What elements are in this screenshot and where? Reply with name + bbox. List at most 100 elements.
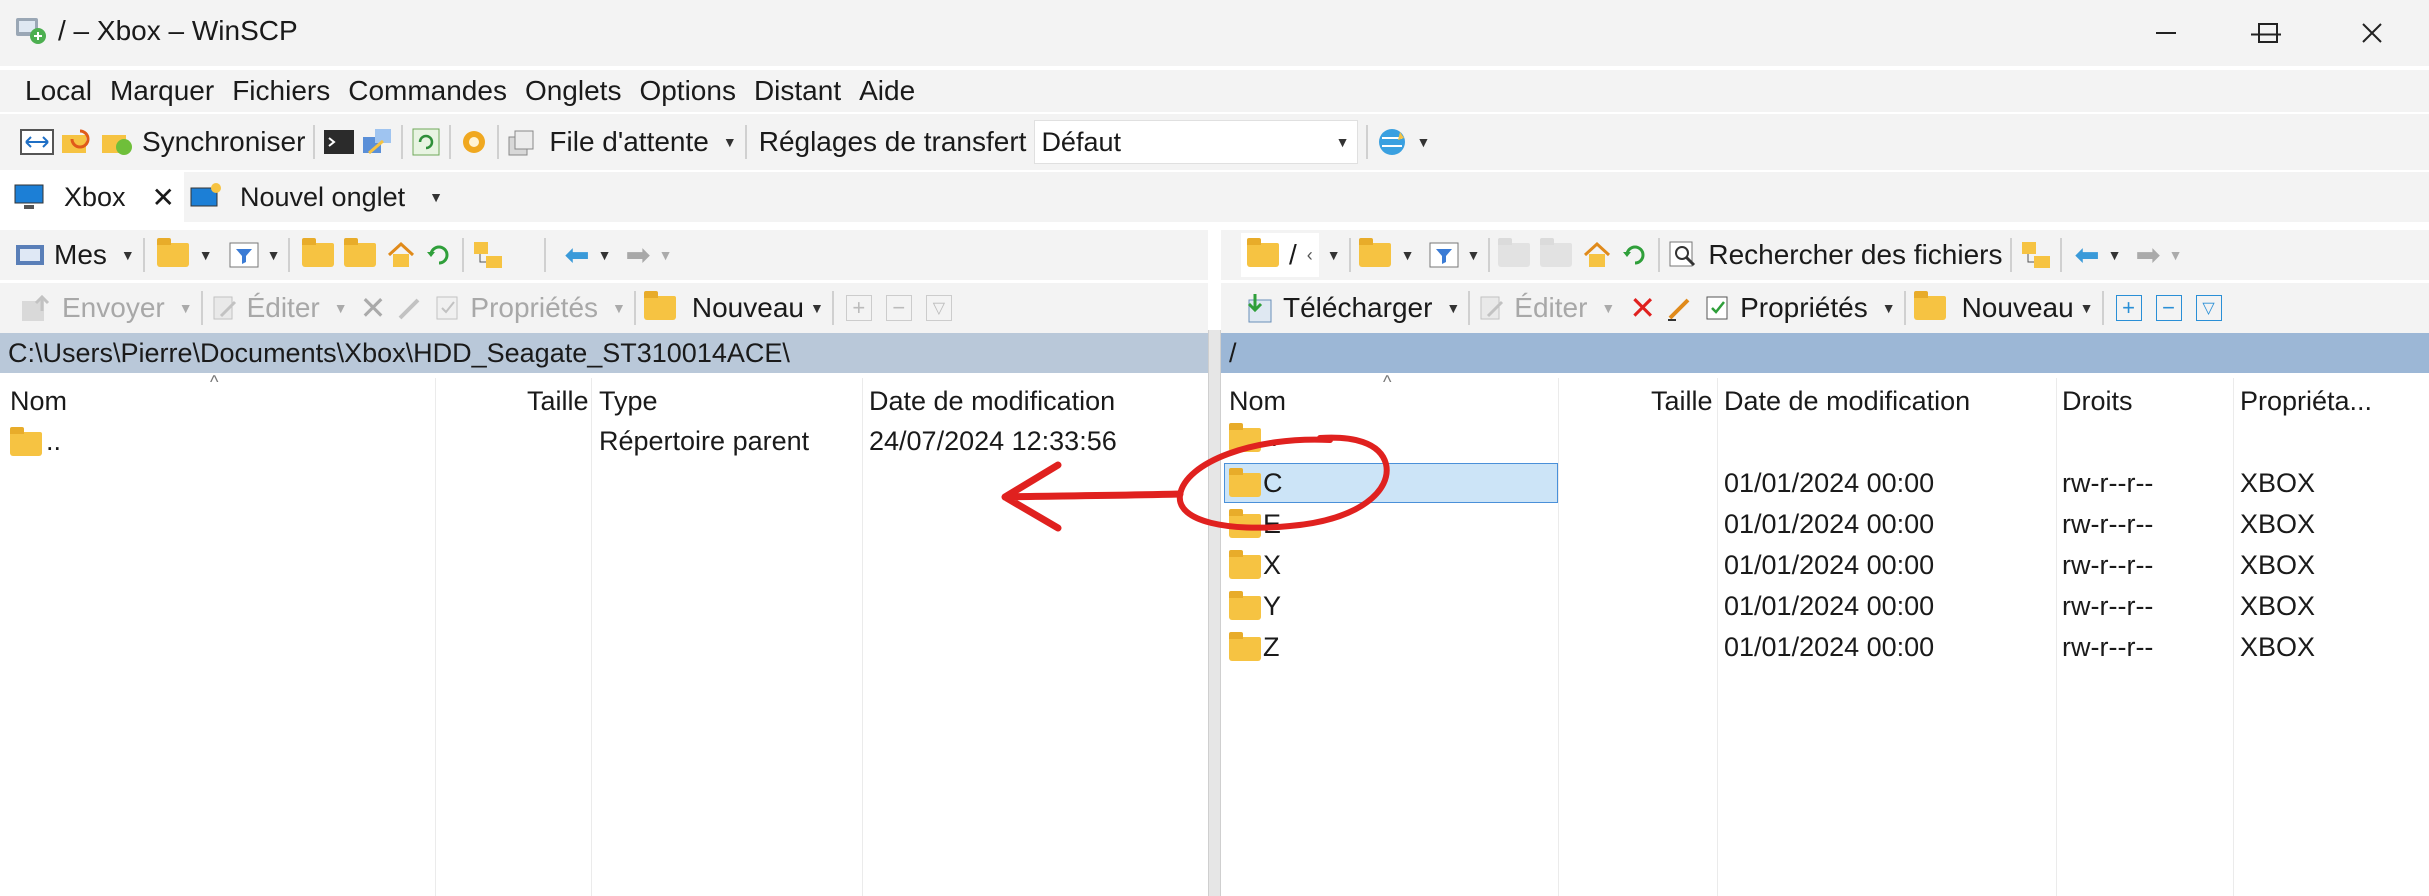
table-row[interactable]: .. Répertoire parent 24/07/2024 12:33:56 (0, 424, 1208, 464)
parent-directory-icon[interactable] (302, 238, 335, 267)
table-row[interactable]: X 01/01/2024 00:00 rw-r--r-- XBOX (1221, 545, 2429, 585)
column-header-date[interactable]: Date de modification (869, 386, 1115, 417)
properties-button[interactable]: Propriétés (1740, 292, 1868, 324)
chevron-down-icon[interactable]: ▼ (723, 134, 737, 150)
chevron-down-icon[interactable]: ▼ (199, 247, 213, 263)
maximize-button[interactable] (2218, 0, 2318, 66)
chevron-down-icon[interactable]: ▼ (334, 300, 348, 316)
refresh-queue-icon[interactable] (411, 127, 441, 157)
minimize-button[interactable] (2116, 0, 2216, 66)
chevron-down-icon[interactable]: ▼ (1416, 134, 1430, 150)
column-header-type[interactable]: Type (599, 386, 658, 417)
close-tab-icon[interactable]: ✕ (152, 181, 175, 214)
menu-options[interactable]: Options (630, 75, 745, 107)
left-location-select[interactable]: Mes ▼ (14, 239, 135, 271)
edit-button[interactable]: Éditer (1514, 292, 1587, 324)
tree-view-icon[interactable] (472, 240, 504, 270)
upload-icon[interactable] (20, 293, 52, 323)
terminal-icon[interactable] (323, 128, 355, 156)
menu-local[interactable]: Local (16, 75, 101, 107)
column-header-date[interactable]: Date de modification (1724, 386, 1970, 417)
chevron-down-icon[interactable]: ▼ (1882, 300, 1896, 316)
synchronize-button[interactable]: Synchroniser (142, 126, 305, 158)
chevron-down-icon[interactable]: ▼ (2108, 247, 2122, 263)
chevron-down-icon[interactable]: ▼ (1601, 300, 1615, 316)
properties-icon[interactable] (434, 294, 462, 322)
edit-icon[interactable] (211, 294, 239, 322)
table-row[interactable]: Z 01/01/2024 00:00 rw-r--r-- XBOX (1221, 627, 2429, 667)
home-icon[interactable] (386, 241, 416, 269)
chevron-down-icon[interactable]: ▼ (810, 300, 824, 316)
menu-onglets[interactable]: Onglets (516, 75, 631, 107)
chevron-down-icon[interactable]: ▼ (2080, 300, 2094, 316)
filter-select-icon[interactable]: ▽ (925, 295, 952, 321)
close-button[interactable] (2322, 0, 2422, 66)
new-button[interactable]: Nouveau (1962, 292, 2074, 324)
unselect-all-icon[interactable]: − (2155, 295, 2182, 321)
column-header-size[interactable]: Taille (527, 386, 589, 417)
tab-xbox[interactable]: Xbox ✕ (0, 172, 184, 222)
right-path-bar[interactable]: / (1221, 333, 2429, 373)
select-all-icon[interactable]: + (2115, 295, 2142, 321)
synchronize-icon[interactable] (100, 127, 134, 157)
putty-icon[interactable] (361, 127, 393, 157)
chevron-down-icon[interactable]: ▼ (1446, 300, 1460, 316)
new-folder-icon[interactable] (1913, 291, 1946, 320)
delete-icon[interactable]: ✕ (1629, 289, 1656, 327)
open-folder-icon[interactable] (1358, 238, 1391, 267)
menu-distant[interactable]: Distant (745, 75, 850, 107)
menu-commandes[interactable]: Commandes (339, 75, 516, 107)
open-folder-icon[interactable] (156, 238, 189, 267)
compare-directories-icon[interactable] (20, 128, 54, 156)
left-path-bar[interactable]: C:\Users\Pierre\Documents\Xbox\HDD_Seaga… (0, 333, 1208, 373)
refresh-icon[interactable] (1620, 240, 1650, 270)
queue-icon[interactable] (507, 127, 539, 157)
column-header-name[interactable]: Nom (1229, 386, 1286, 417)
column-header-name[interactable]: Nom (10, 386, 67, 417)
chevron-down-icon[interactable]: ▼ (1401, 247, 1415, 263)
filter-icon[interactable] (229, 241, 259, 269)
find-files-button[interactable]: Rechercher des fichiers (1708, 239, 2002, 271)
forward-icon[interactable]: ➡ (625, 238, 650, 273)
queue-button[interactable]: File d'attente (549, 126, 708, 158)
filter-icon[interactable] (1429, 241, 1459, 269)
new-folder-icon[interactable] (643, 291, 676, 320)
chevron-down-icon[interactable]: ▼ (1467, 247, 1481, 263)
unselect-all-icon[interactable]: − (885, 295, 912, 321)
menu-aide[interactable]: Aide (850, 75, 924, 107)
edit-button[interactable]: Éditer (247, 292, 320, 324)
properties-button[interactable]: Propriétés (470, 292, 598, 324)
chevron-down-icon[interactable]: ▼ (179, 300, 193, 316)
chevron-down-icon[interactable]: ▼ (659, 247, 673, 263)
delete-icon[interactable]: ✕ (360, 289, 387, 327)
column-header-rights[interactable]: Droits (2062, 386, 2133, 417)
edit-icon[interactable] (1478, 294, 1506, 322)
search-icon[interactable] (1668, 240, 1698, 270)
properties-icon[interactable] (1704, 294, 1732, 322)
chevron-down-icon[interactable]: ▼ (1327, 247, 1341, 263)
table-row[interactable]: .. (1221, 422, 2429, 462)
new-button[interactable]: Nouveau (692, 292, 804, 324)
chevron-down-icon[interactable]: ▼ (2169, 247, 2183, 263)
transfer-settings-select[interactable]: Défaut ▼ (1034, 120, 1359, 164)
parent-directory-icon[interactable] (1498, 238, 1531, 267)
tree-view-icon[interactable] (2020, 240, 2052, 270)
download-button[interactable]: Télécharger (1283, 292, 1432, 324)
back-icon[interactable]: ⬅ (2074, 238, 2099, 273)
synchronize-browsing-icon[interactable] (60, 127, 94, 157)
chevron-down-icon[interactable]: ▼ (612, 300, 626, 316)
root-directory-icon[interactable] (1540, 238, 1573, 267)
back-icon[interactable]: ⬅ (564, 238, 589, 273)
chevron-down-icon[interactable]: ▼ (267, 247, 281, 263)
table-row[interactable]: E 01/01/2024 00:00 rw-r--r-- XBOX (1221, 504, 2429, 544)
rename-icon[interactable] (1666, 294, 1694, 322)
globe-icon[interactable] (1376, 126, 1408, 158)
right-location-select[interactable]: / ‹ (1241, 233, 1319, 277)
download-icon[interactable] (1241, 292, 1275, 324)
column-header-size[interactable]: Taille (1651, 386, 1713, 417)
refresh-icon[interactable] (424, 240, 454, 270)
table-row[interactable]: Y 01/01/2024 00:00 rw-r--r-- XBOX (1221, 586, 2429, 626)
chevron-down-icon[interactable]: ▼ (429, 189, 443, 205)
forward-icon[interactable]: ➡ (2135, 238, 2160, 273)
home-icon[interactable] (1582, 241, 1612, 269)
